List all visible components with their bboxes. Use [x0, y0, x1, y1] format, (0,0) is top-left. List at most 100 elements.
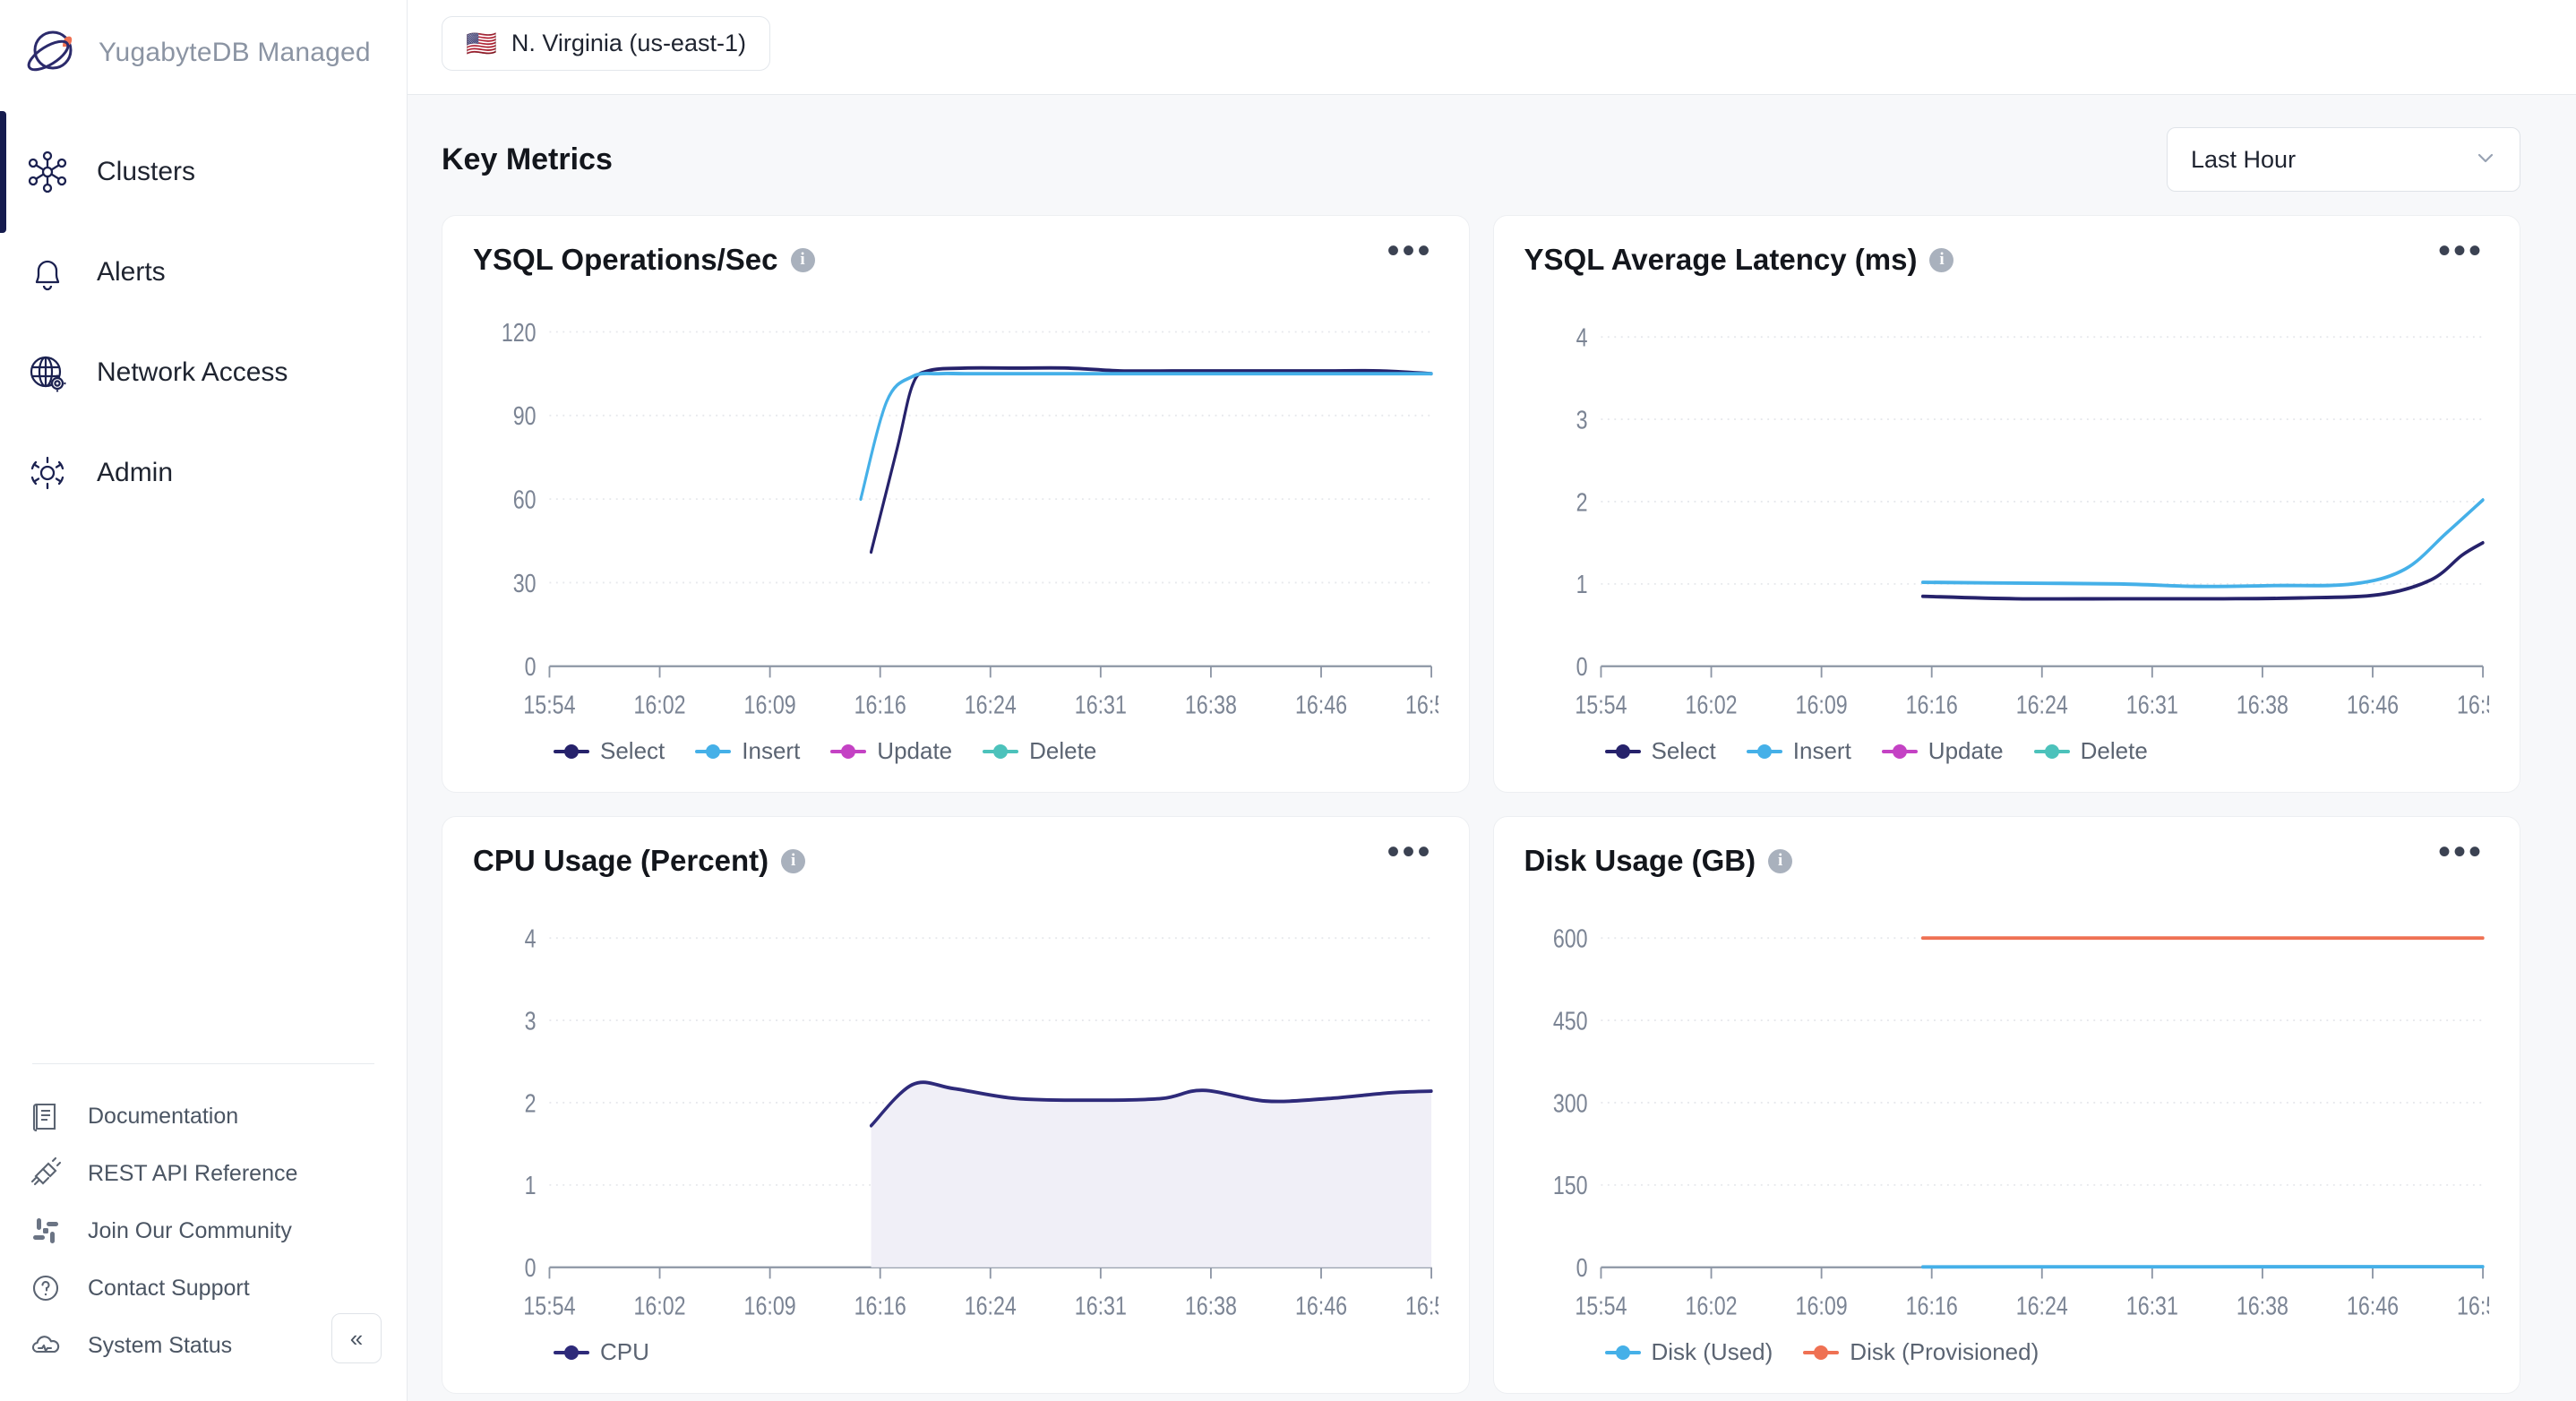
svg-text:15:54: 15:54 [1575, 1291, 1627, 1320]
sidebar-item-join-our-community[interactable]: Join Our Community [0, 1202, 407, 1259]
time-range-select[interactable]: Last Hour [2167, 127, 2520, 192]
legend-item[interactable]: Insert [695, 737, 800, 765]
info-icon[interactable]: i [781, 849, 805, 873]
legend-item[interactable]: Disk (Provisioned) [1803, 1338, 2039, 1366]
legend-item[interactable]: Delete [2034, 737, 2148, 765]
card-menu-button[interactable]: ••• [1381, 243, 1438, 259]
legend-item[interactable]: Delete [983, 737, 1096, 765]
svg-text:16:09: 16:09 [1795, 1291, 1847, 1320]
legend-marker-disk-provisioned [1803, 1345, 1839, 1361]
legend-item[interactable]: Update [830, 737, 952, 765]
legend-marker-insert [1747, 743, 1782, 760]
legend-marker-delete [983, 743, 1018, 760]
sidebar-item-network-access[interactable]: Network Access [0, 322, 407, 423]
legend-item[interactable]: Update [1882, 737, 2004, 765]
sidebar-item-label: Network Access [97, 357, 288, 388]
legend-item[interactable]: Insert [1747, 737, 1851, 765]
svg-text:300: 300 [1552, 1088, 1587, 1118]
legend-marker-select [1605, 743, 1641, 760]
svg-text:450: 450 [1552, 1006, 1587, 1036]
gear-icon [23, 449, 72, 497]
card-header: CPU Usage (Percent) i ••• [473, 844, 1438, 878]
svg-text:3: 3 [1576, 405, 1587, 434]
sidebar-footer-label: Contact Support [88, 1276, 250, 1302]
cloud-pulse-icon [25, 1325, 66, 1366]
sidebar-item-rest-api-reference[interactable]: REST API Reference [0, 1145, 407, 1202]
svg-text:30: 30 [513, 568, 537, 597]
svg-text:16:31: 16:31 [1075, 1291, 1127, 1320]
svg-text:16:54: 16:54 [2457, 1291, 2489, 1320]
legend-marker-select [554, 743, 589, 760]
svg-text:16:31: 16:31 [2125, 690, 2177, 719]
legend-item[interactable]: Disk (Used) [1605, 1338, 1773, 1366]
legend-label: Insert [1793, 737, 1851, 765]
info-icon[interactable]: i [1929, 248, 1953, 272]
sidebar-item-alerts[interactable]: Alerts [0, 222, 407, 322]
svg-text:16:31: 16:31 [1075, 690, 1127, 719]
svg-text:0: 0 [1576, 652, 1587, 682]
page-title: Key Metrics [442, 142, 613, 177]
card-header: Disk Usage (GB) i ••• [1524, 844, 2490, 878]
svg-text:16:54: 16:54 [1405, 1291, 1438, 1320]
svg-text:0: 0 [525, 652, 537, 682]
legend-item[interactable]: Select [554, 737, 665, 765]
legend-item[interactable]: CPU [554, 1338, 649, 1366]
sidebar-item-contact-support[interactable]: Contact Support [0, 1259, 407, 1317]
primary-nav: Clusters Alerts [0, 122, 407, 523]
sidebar-item-admin[interactable]: Admin [0, 423, 407, 523]
svg-text:0: 0 [1576, 1253, 1587, 1283]
sidebar-item-label: Admin [97, 458, 173, 488]
svg-text:16:09: 16:09 [744, 1291, 796, 1320]
brand[interactable]: YugabyteDB Managed [0, 0, 407, 102]
card-menu-button[interactable]: ••• [2433, 243, 2489, 259]
sidebar-footer-label: Documentation [88, 1104, 238, 1130]
legend-label: Insert [742, 737, 800, 765]
card-menu-button[interactable]: ••• [1381, 844, 1438, 860]
svg-text:90: 90 [513, 401, 537, 431]
svg-text:16:16: 16:16 [854, 690, 906, 719]
legend-marker-cpu [554, 1345, 589, 1361]
sidebar-item-documentation[interactable]: Documentation [0, 1087, 407, 1145]
legend-label: Disk (Provisioned) [1850, 1338, 2039, 1366]
time-range-value: Last Hour [2191, 146, 2296, 174]
metrics-header: Key Metrics Last Hour [408, 95, 2576, 215]
app-root: YugabyteDB Managed Clusters [0, 0, 2576, 1401]
svg-text:1: 1 [1576, 570, 1587, 599]
sidebar: YugabyteDB Managed Clusters [0, 0, 408, 1401]
legend-label: Select [600, 737, 665, 765]
card-ysql-operations-per-sec: YSQL Operations/Sec i ••• 030609012015:5… [442, 215, 1470, 793]
svg-text:16:02: 16:02 [1685, 1291, 1737, 1320]
svg-text:60: 60 [513, 485, 537, 514]
svg-text:1: 1 [525, 1171, 537, 1200]
card-title-wrap: Disk Usage (GB) i [1524, 844, 1793, 878]
card-header: YSQL Average Latency (ms) i ••• [1524, 243, 2490, 277]
chart-cpu-usage: 0123415:5416:0216:0916:1616:2416:3116:38… [473, 889, 1438, 1331]
info-icon[interactable]: i [791, 248, 815, 272]
chart-legend: Select Insert Update Delete [473, 730, 1438, 792]
svg-text:16:02: 16:02 [633, 690, 685, 719]
svg-text:3: 3 [525, 1006, 537, 1036]
metrics-grid: YSQL Operations/Sec i ••• 030609012015:5… [408, 215, 2576, 1401]
svg-text:4: 4 [1576, 322, 1587, 352]
plug-icon [25, 1153, 66, 1194]
card-title-wrap: CPU Usage (Percent) i [473, 844, 805, 878]
card-cpu-usage: CPU Usage (Percent) i ••• 0123415:5416:0… [442, 816, 1470, 1394]
chart-legend: Select Insert Update Delete [1524, 730, 2490, 792]
svg-text:16:38: 16:38 [2236, 690, 2288, 719]
legend-item[interactable]: Select [1605, 737, 1716, 765]
chart-ysql-average-latency: 0123415:5416:0216:0916:1616:2416:3116:38… [1524, 288, 2490, 730]
card-disk-usage: Disk Usage (GB) i ••• 015030045060015:54… [1493, 816, 2521, 1394]
info-icon[interactable]: i [1768, 849, 1792, 873]
chart-ysql-operations-per-sec: 030609012015:5416:0216:0916:1616:2416:31… [473, 288, 1438, 730]
sidebar-item-label: Clusters [97, 157, 195, 187]
card-menu-button[interactable]: ••• [2433, 844, 2489, 860]
svg-text:16:54: 16:54 [2457, 690, 2489, 719]
svg-text:16:38: 16:38 [1185, 690, 1237, 719]
region-selector[interactable]: 🇺🇸 N. Virginia (us-east-1) [442, 16, 770, 71]
bell-icon [23, 248, 72, 297]
yugabyte-planet-logo [23, 25, 79, 81]
svg-text:16:31: 16:31 [2125, 1291, 2177, 1320]
sidebar-item-clusters[interactable]: Clusters [0, 122, 407, 222]
card-ysql-average-latency: YSQL Average Latency (ms) i ••• 0123415:… [1493, 215, 2521, 793]
collapse-sidebar-button[interactable]: « [331, 1313, 382, 1363]
